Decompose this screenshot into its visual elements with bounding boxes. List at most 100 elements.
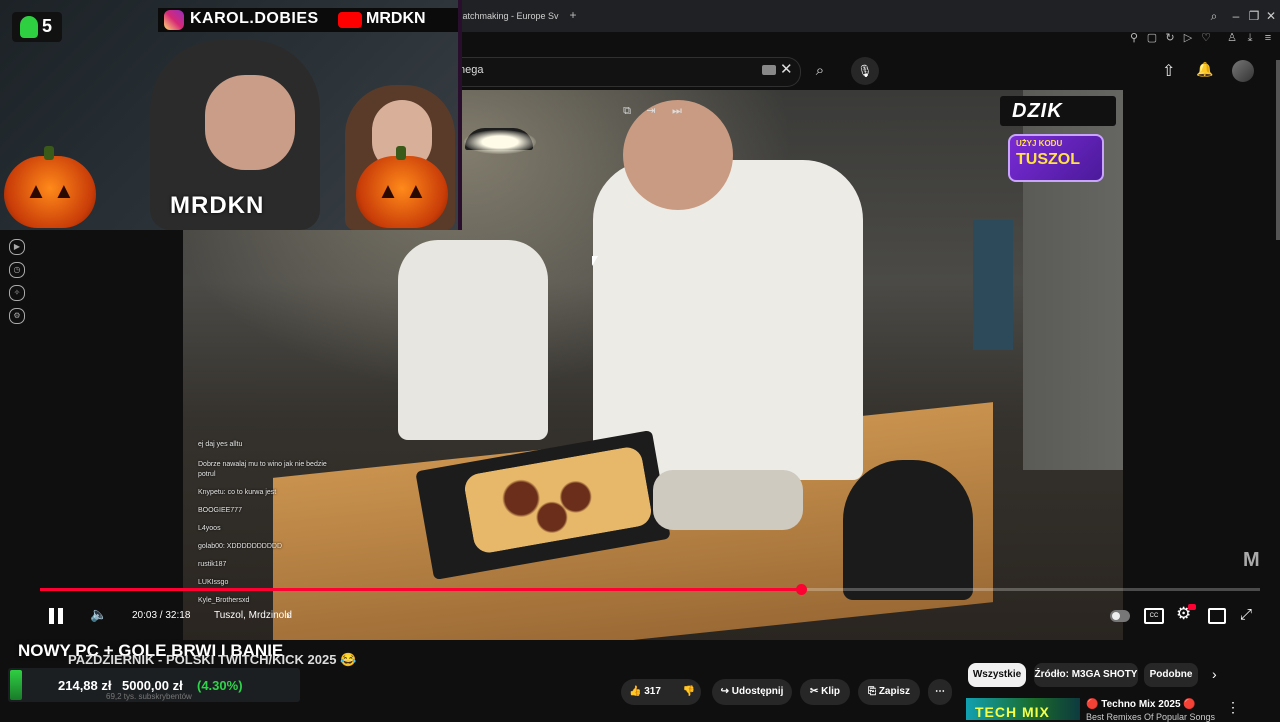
chat-line: Knypetu: co to kurwa jest: [198, 489, 277, 496]
pumpkin-icon: ▲ ▲: [4, 146, 96, 228]
subtitles-icon[interactable]: CC: [1144, 608, 1164, 624]
webcam-overlay: ▲ ▲ ▲ ▲ KAROL.DOBIES MRDKN 5 MRDKN: [0, 0, 462, 230]
clip-button[interactable]: ✂ Klip: [800, 679, 850, 705]
ticker-target: 5000,00 zł: [122, 678, 183, 693]
new-tab-icon[interactable]: +: [566, 8, 580, 22]
chat-overlay: ej daj yes alltu Dobrze nawalaj mu to wi…: [198, 440, 358, 610]
video-scene-chair: [843, 460, 973, 600]
save-button[interactable]: ⎘ Zapisz: [858, 679, 920, 705]
settings-icon[interactable]: ⚙: [9, 308, 25, 324]
webcam-face: [205, 75, 295, 170]
video-scene-towel: [653, 470, 803, 530]
browser-tab[interactable]: Matchmaking - Europe Sv: [455, 6, 575, 26]
volume-icon[interactable]: 🔈: [90, 606, 107, 623]
like-button[interactable]: 👍 317: [621, 679, 677, 705]
chip-source[interactable]: Źródło: M3GA SHOTY: [1034, 663, 1138, 687]
pin-icon[interactable]: ⚲: [1126, 30, 1142, 46]
sponsor-code-label: UŻYJ KODU: [1016, 139, 1063, 148]
youtube-handle: MRDKN: [366, 10, 426, 27]
dislike-button[interactable]: 👎: [677, 679, 701, 705]
autoplay-toggle[interactable]: [1110, 610, 1130, 622]
channel-subscribers: 69,2 tys. subskrybentów: [106, 692, 192, 701]
clip-label: Klip: [821, 686, 841, 697]
chat-line: potrul: [198, 471, 216, 478]
history-icon[interactable]: ◷: [9, 262, 25, 278]
recommendation-subtitle: Best Remixes Of Popular Songs: [1086, 712, 1216, 722]
save-label: Zapisz: [878, 686, 910, 697]
heart-icon[interactable]: ♡: [1198, 30, 1214, 46]
chevron-right-icon[interactable]: ›: [1212, 666, 1217, 682]
chat-line: rustik187: [198, 561, 227, 568]
kick-icon: [20, 16, 38, 38]
refresh-icon[interactable]: ↻: [1162, 30, 1178, 46]
download-icon[interactable]: ⤓: [1242, 30, 1258, 46]
more-actions-button[interactable]: ⋯: [928, 679, 952, 705]
theater-mode-icon[interactable]: [1208, 608, 1226, 624]
instagram-handle: KAROL.DOBIES: [190, 10, 319, 27]
chat-line: ej daj yes alltu: [198, 441, 243, 448]
streamer-name: MRDKN: [170, 192, 265, 219]
chat-line: Kyle_Brothersxd: [198, 597, 250, 604]
video-title: PAŹDZIERNIK - POLSKI TWITCH/KICK 2025 😂: [68, 652, 357, 667]
chevron-right-icon[interactable]: ›: [286, 608, 290, 622]
sponsor-code: TUSZOL: [1016, 151, 1080, 168]
chip-all[interactable]: Wszystkie: [968, 663, 1026, 687]
microphone-icon[interactable]: 🎙: [851, 57, 879, 85]
video-scene-lamp-light: [464, 130, 536, 154]
exit-icon[interactable]: ⇥: [644, 104, 658, 118]
keyboard-icon[interactable]: [762, 65, 776, 75]
pumpkin-icon: ▲ ▲: [356, 146, 448, 228]
avatar[interactable]: [1232, 60, 1254, 82]
video-scene-chef-right: [593, 160, 863, 480]
play-icon[interactable]: ▷: [1180, 30, 1196, 46]
youtube-icon: [338, 12, 362, 28]
chat-line: golab00: XDDDDDDDDDD: [198, 543, 283, 550]
share-label: Udostępnij: [731, 686, 784, 697]
chat-line: LUKIssgo: [198, 579, 229, 586]
pause-button[interactable]: [46, 606, 66, 626]
ticker-price: 214,88 zł: [58, 678, 112, 693]
time-display: 20:03 / 32:18: [132, 610, 191, 621]
chat-line: BOOGIEE777: [198, 507, 242, 514]
clear-search-icon[interactable]: ✕: [780, 60, 793, 78]
video-scene-chef-left: [398, 240, 548, 440]
chat-line: L4yoos: [198, 525, 221, 532]
progress-scrubber[interactable]: [795, 584, 807, 595]
progress-bar-fill: [40, 588, 801, 591]
close-icon[interactable]: ✕: [1262, 8, 1280, 24]
chapter-title[interactable]: Tuszol, Mrdzinold: [214, 610, 292, 621]
chip-similar[interactable]: Podobne: [1144, 663, 1198, 687]
chat-line: Dobrze nawalaj mu to wino jak nie bedzie: [198, 461, 327, 468]
menu-icon[interactable]: ≡: [1260, 30, 1276, 46]
share-button[interactable]: ↪ Udostępnij: [712, 679, 792, 705]
instagram-icon: [164, 10, 184, 30]
kebab-menu-icon[interactable]: ⋮: [1226, 699, 1240, 716]
person-icon[interactable]: ♙: [1224, 30, 1240, 46]
restore-icon[interactable]: ❐: [1245, 8, 1263, 24]
scrollbar[interactable]: [1276, 60, 1280, 240]
minimize-icon[interactable]: –: [1227, 8, 1245, 24]
search-input[interactable]: [455, 57, 801, 87]
skip-icon[interactable]: ⏭: [670, 104, 684, 118]
fullscreen-icon[interactable]: ⤢: [1240, 606, 1252, 623]
like-count: 317: [644, 686, 661, 697]
sub-count: 5: [42, 16, 53, 36]
puzzle-icon[interactable]: ✧: [9, 285, 25, 301]
miniplayer-icon[interactable]: ⧉: [620, 104, 634, 118]
sponsor-logo: DZIK: [1012, 100, 1063, 122]
hd-badge: [1188, 604, 1196, 610]
channel-watermark[interactable]: M: [1243, 549, 1260, 572]
square-icon[interactable]: ▢: [1144, 30, 1160, 46]
ticker-change: (4.30%): [197, 678, 243, 693]
recommendation-title[interactable]: 🔴 Techno Mix 2025 🔴: [1086, 699, 1196, 710]
mouse-cursor-icon: [592, 256, 598, 266]
bell-icon[interactable]: 🔔: [1196, 61, 1213, 78]
video-scene-doorway: [973, 220, 1013, 350]
recommendation-thumbnail-text: TECH MIX: [975, 704, 1050, 720]
upload-icon[interactable]: ⇧: [1162, 61, 1175, 81]
search-button[interactable]: ⌕: [806, 58, 834, 84]
search-icon[interactable]: ⌕: [1205, 8, 1223, 24]
ticker-icon: [10, 670, 22, 700]
play-circle-icon[interactable]: ▶: [9, 239, 25, 255]
search-input-value[interactable]: nega: [459, 64, 483, 76]
